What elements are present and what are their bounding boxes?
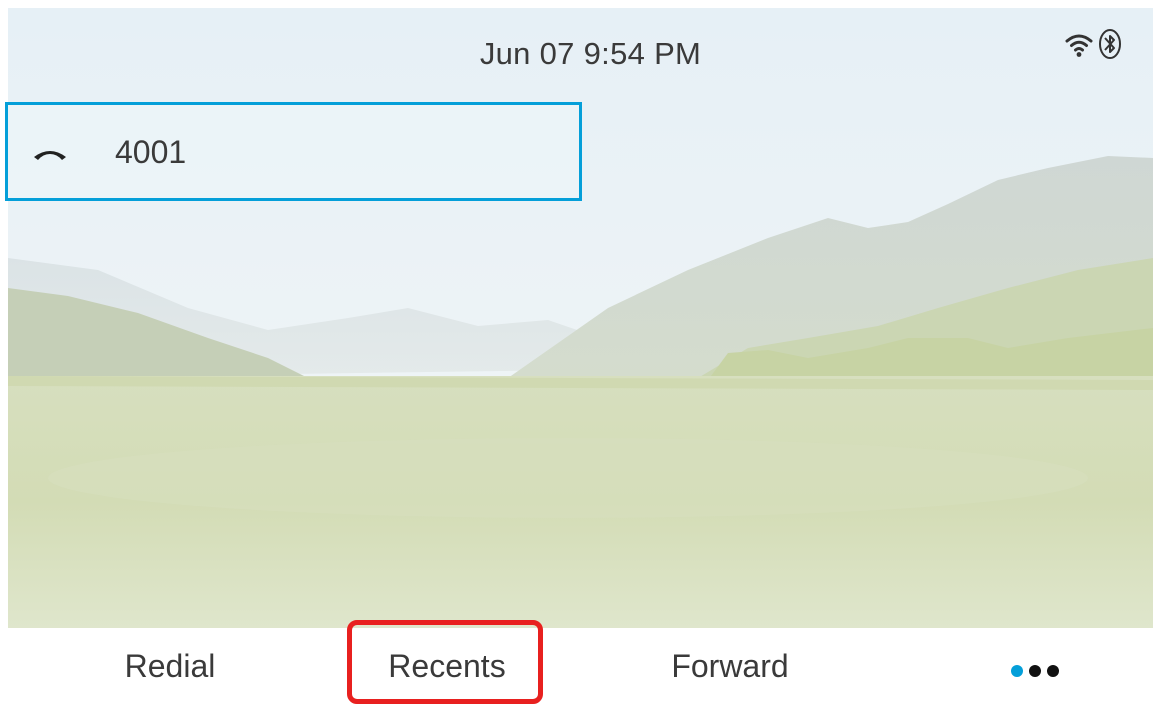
bluetooth-icon	[1099, 29, 1121, 59]
page-dot	[1047, 664, 1059, 677]
forward-softkey[interactable]: Forward	[620, 628, 840, 704]
more-softkey[interactable]	[970, 628, 1100, 704]
date-time: Jun 07 9:54 PM	[479, 36, 702, 71]
redial-softkey[interactable]: Redial	[60, 628, 280, 704]
more-dots-icon	[1008, 648, 1062, 685]
recents-softkey[interactable]: Recents	[347, 628, 547, 704]
line-label: 4001	[115, 134, 187, 170]
wifi-icon	[1065, 34, 1093, 57]
status-bar: Jun 07 9:54 PM	[8, 8, 1153, 88]
line-key-4001[interactable]: 4001	[5, 102, 582, 201]
page-dot	[1029, 664, 1041, 677]
page-dot-active	[1011, 664, 1023, 677]
softkey-bar: Redial Recents Forward	[0, 628, 1153, 704]
phone-screen: Jun 07 9:54 PM 4001 Redial Recents Forwa…	[0, 0, 1153, 704]
handset-icon	[34, 151, 66, 160]
landscape-wallpaper	[8, 8, 1153, 628]
